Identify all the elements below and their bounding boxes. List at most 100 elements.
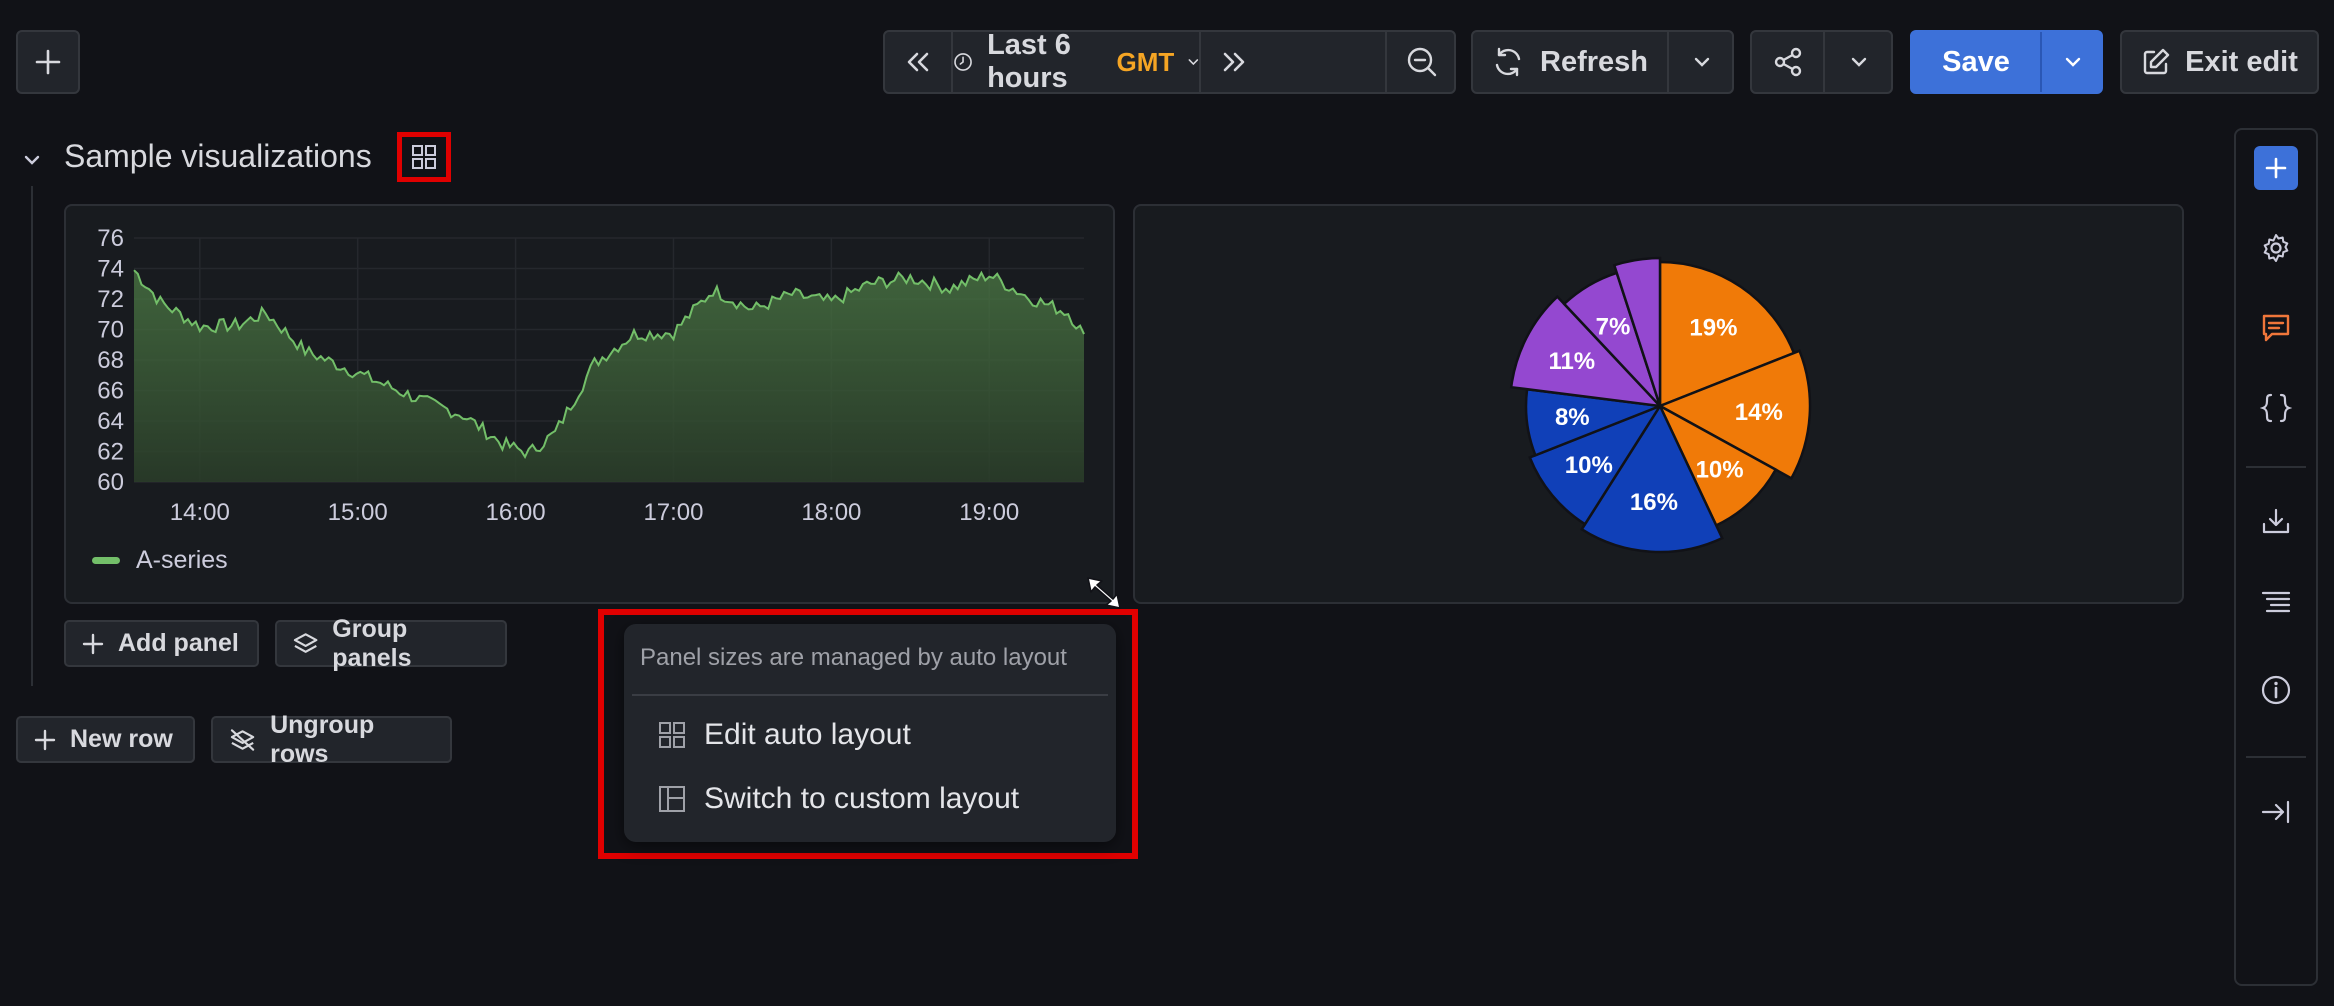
save-label: Save: [1942, 45, 2010, 78]
y-tick-label: 68: [97, 347, 124, 374]
pie-slice-label: 14%: [1735, 399, 1783, 426]
y-tick-label: 72: [97, 286, 124, 313]
layers-icon: [293, 632, 318, 653]
chevron-down-icon: [2065, 57, 2080, 67]
info-button[interactable]: [2254, 668, 2298, 712]
y-tick-label: 76: [97, 225, 124, 252]
row-collapse-toggle[interactable]: [20, 148, 44, 172]
edit-icon: [2143, 48, 2170, 75]
x-tick-label: 14:00: [170, 499, 230, 526]
collapse-sidebar-button[interactable]: [2254, 790, 2298, 834]
y-tick-label: 64: [97, 408, 124, 435]
new-row-label: New row: [70, 725, 173, 753]
chevrons-right-icon: [1223, 52, 1245, 72]
plus-icon: [82, 633, 104, 654]
ungroup-rows-button[interactable]: Ungroup rows: [211, 711, 452, 768]
legend-swatch: [92, 557, 120, 564]
ungroup-icon: [230, 728, 255, 751]
divider: [632, 694, 1108, 696]
y-tick-label: 66: [97, 378, 124, 405]
grid-icon: [412, 145, 436, 169]
time-range-picker[interactable]: Last 6 hours GMT: [953, 29, 1199, 94]
x-tick-label: 16:00: [486, 499, 546, 526]
series-area: [134, 270, 1084, 482]
outline-button[interactable]: [2254, 580, 2298, 624]
legend-item[interactable]: A-series: [92, 546, 228, 575]
switch-to-custom-layout-item[interactable]: Switch to custom layout: [658, 782, 1019, 816]
pie-slice-label: 10%: [1565, 452, 1613, 479]
layout-icon: [659, 786, 685, 812]
ungroup-rows-label: Ungroup rows: [270, 710, 375, 768]
settings-button[interactable]: [2254, 226, 2298, 270]
comment-icon: [2262, 314, 2290, 342]
time-picker-group: Last 6 hours GMT: [883, 29, 1456, 94]
menu-item-label: Switch to custom layout: [704, 782, 1020, 815]
exit-edit-label: Exit edit: [2185, 45, 2298, 78]
timeseries-chart: 76 74 72 70 68 66 64 62 60 14:00 15:00 16:00 17:00 1…: [97, 225, 1085, 526]
info-icon: [2261, 675, 2291, 705]
share-group: [1750, 30, 1893, 94]
row-guide-line: [31, 186, 33, 686]
zoom-out-button[interactable]: [1387, 32, 1456, 92]
share-button[interactable]: [1752, 32, 1823, 92]
list-icon: [2261, 591, 2291, 613]
chevrons-left-icon: [907, 52, 929, 72]
clock-icon: [954, 53, 972, 71]
import-button[interactable]: [2254, 500, 2298, 544]
x-tick-label: 17:00: [643, 499, 703, 526]
exit-edit-button[interactable]: Exit edit: [2120, 30, 2319, 94]
share-icon: [1774, 47, 1801, 77]
x-tick-label: 15:00: [328, 499, 388, 526]
new-row-button[interactable]: New row: [16, 716, 195, 763]
collapse-right-icon: [2261, 800, 2290, 824]
refresh-icon: [1495, 47, 1521, 77]
timezone-label: GMT: [1116, 46, 1175, 77]
piechart-panel[interactable]: 19% 14% 10% 16% 10% 8% 11% 7%: [1133, 204, 2184, 604]
pie-slice-label: 16%: [1630, 489, 1678, 516]
auto-layout-button[interactable]: [397, 132, 451, 182]
pie-slice-label: 8%: [1555, 404, 1590, 431]
pie-slice-label: 11%: [1548, 348, 1595, 375]
comments-button[interactable]: [2254, 306, 2298, 350]
edit-auto-layout-item[interactable]: Edit auto layout: [658, 718, 911, 752]
time-range-label: Last 6 hours: [987, 29, 1071, 94]
time-range-back-button[interactable]: [885, 32, 951, 92]
chevron-down-icon: [1694, 57, 1709, 67]
add-sidebar-button[interactable]: [2254, 146, 2298, 190]
chevron-down-icon: [24, 155, 40, 165]
add-panel-label: Add panel: [118, 629, 239, 657]
y-tick-label: 74: [97, 256, 124, 283]
y-tick-label: 60: [97, 469, 124, 496]
plus-icon: [35, 49, 61, 75]
save-options-dropdown[interactable]: [2042, 32, 2103, 92]
pie-slice-label: 19%: [1689, 314, 1737, 341]
share-dropdown[interactable]: [1825, 32, 1893, 92]
grid-icon: [659, 722, 685, 748]
layout-menu-header: Panel sizes are managed by auto layout: [640, 644, 1067, 671]
refresh-interval-dropdown[interactable]: [1669, 32, 1734, 92]
braces-icon: [2260, 393, 2292, 423]
divider: [2246, 756, 2306, 758]
group-panels-button[interactable]: Group panels: [275, 615, 507, 672]
add-button[interactable]: [16, 30, 80, 94]
json-model-button[interactable]: [2254, 386, 2298, 430]
row-title[interactable]: Sample visualizations: [64, 138, 372, 175]
pie-slice-label: 7%: [1596, 314, 1631, 341]
save-group: Save: [1910, 30, 2103, 94]
group-panels-label: Group panels: [332, 614, 412, 672]
timeseries-panel[interactable]: 76 74 72 70 68 66 64 62 60 14:00 15:00 16:00 17:00 1…: [64, 204, 1115, 604]
resize-cursor-icon[interactable]: [1086, 576, 1126, 610]
x-tick-label: 18:00: [801, 499, 861, 526]
zoom-out-icon: [1407, 47, 1436, 77]
legend-label: A-series: [136, 546, 228, 574]
menu-item-label: Edit auto layout: [704, 718, 911, 751]
plus-icon: [34, 729, 56, 750]
save-button[interactable]: Save: [1912, 32, 2040, 92]
add-panel-button[interactable]: Add panel: [64, 620, 259, 667]
chevron-down-icon: [1188, 59, 1199, 66]
y-tick-label: 62: [97, 439, 124, 466]
refresh-button[interactable]: Refresh: [1473, 32, 1667, 92]
x-tick-label: 19:00: [959, 499, 1019, 526]
refresh-group: Refresh: [1471, 30, 1734, 94]
time-range-forward-button[interactable]: [1201, 32, 1267, 92]
